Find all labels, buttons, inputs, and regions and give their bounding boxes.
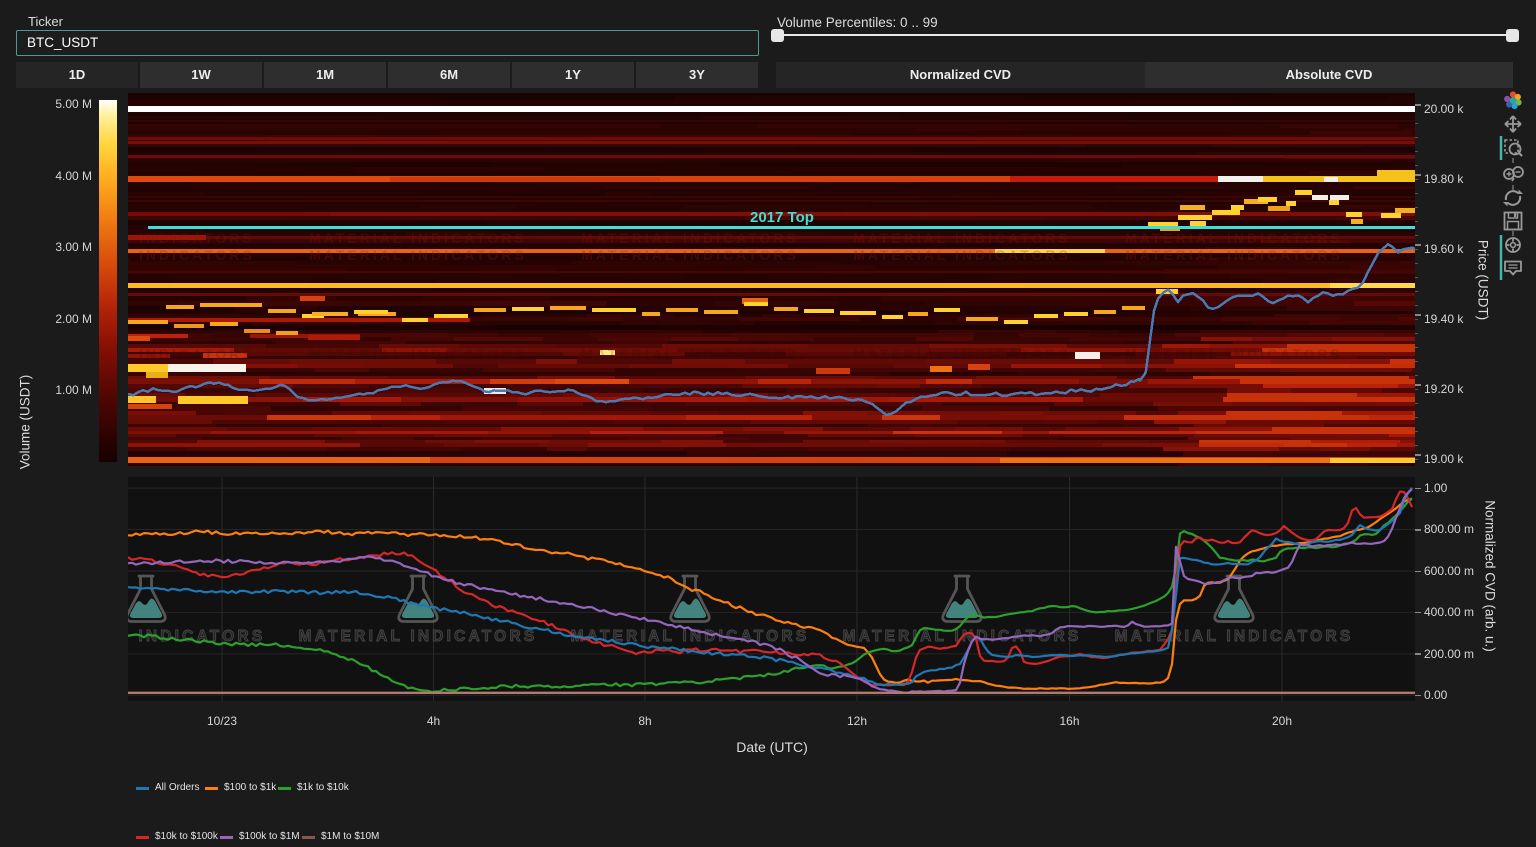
svg-text:MATERIAL INDICATORS: MATERIAL INDICATORS (128, 346, 255, 362)
svg-text:MATERIAL INDICATORS: MATERIAL INDICATORS (853, 230, 1071, 246)
svg-text:MATERIAL INDICATORS: MATERIAL INDICATORS (128, 230, 255, 246)
svg-text:MATERIAL INDICATORS: MATERIAL INDICATORS (309, 346, 527, 362)
svg-text:MATERIAL INDICATORS: MATERIAL INDICATORS (299, 628, 538, 645)
svg-text:MATERIAL INDICATORS: MATERIAL INDICATORS (581, 230, 799, 246)
svg-text:2017 Top: 2017 Top (750, 209, 814, 226)
svg-text:MATERIAL INDICATORS: MATERIAL INDICATORS (309, 230, 527, 246)
svg-text:MATERIAL INDICATORS: MATERIAL INDICATORS (128, 247, 255, 263)
svg-text:MATERIAL INDICATORS: MATERIAL INDICATORS (853, 247, 1071, 263)
svg-text:MATERIAL INDICATORS: MATERIAL INDICATORS (853, 346, 1071, 362)
svg-text:MATERIAL INDICATORS: MATERIAL INDICATORS (309, 247, 527, 263)
svg-text:MATERIAL INDICATORS: MATERIAL INDICATORS (581, 346, 799, 362)
svg-text:MATERIAL INDICATORS: MATERIAL INDICATORS (1115, 628, 1354, 645)
svg-text:MATERIAL INDICATORS: MATERIAL INDICATORS (1125, 230, 1343, 246)
svg-text:MATERIAL INDICATORS: MATERIAL INDICATORS (571, 628, 810, 645)
svg-text:MATERIAL INDICATORS: MATERIAL INDICATORS (1125, 247, 1343, 263)
svg-text:MATERIAL INDICATORS: MATERIAL INDICATORS (581, 247, 799, 263)
svg-text:MATERIAL INDICATORS: MATERIAL INDICATORS (1125, 346, 1343, 362)
